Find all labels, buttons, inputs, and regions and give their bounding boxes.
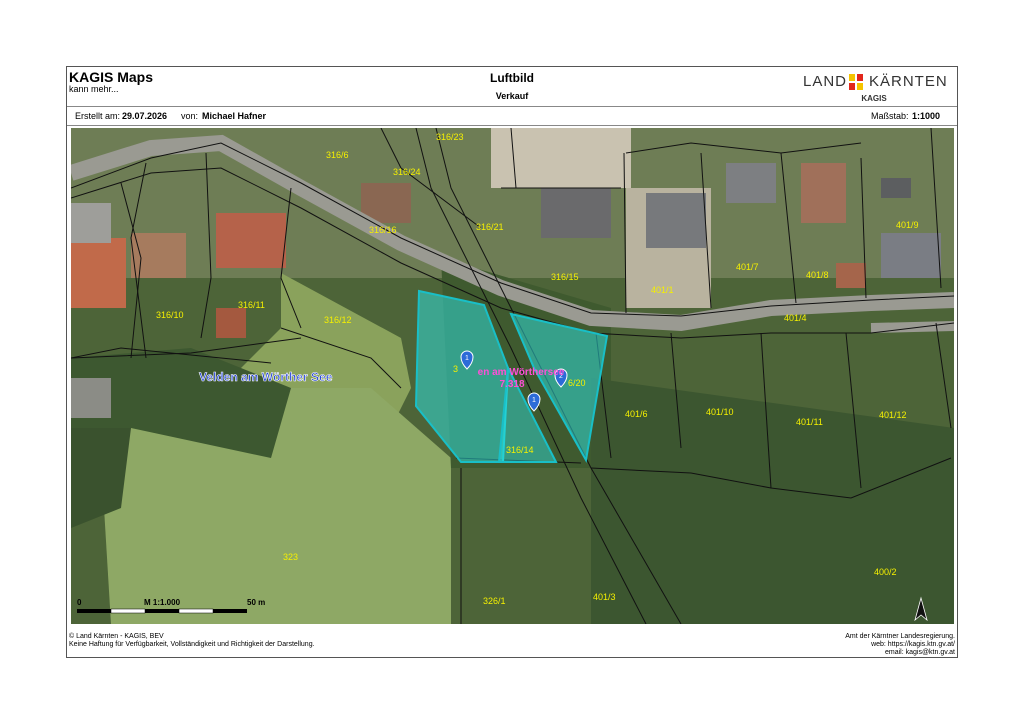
scale-bar-text: M 1:1.000 (144, 598, 181, 607)
parcel-label: 401/10 (706, 407, 734, 417)
parcel-label: 316/15 (551, 272, 579, 282)
email-link[interactable]: email: kagis@ktn.gv.at (845, 649, 955, 657)
parcel-label: 316/11 (238, 300, 265, 310)
scale-bar-end: 50 m (247, 598, 265, 607)
footer-left: © Land Kärnten - KAGIS, BEV Keine Haftun… (69, 633, 315, 649)
map-view[interactable]: 1 2 1 316/23 316/6 316/24 316/16 316/21 … (71, 128, 954, 624)
parcel-label: 401/1 (651, 285, 674, 295)
parcel-label: 316/24 (393, 167, 421, 177)
parcel-label: 401/8 (806, 270, 829, 280)
building-roof (216, 213, 286, 268)
building-roof (881, 233, 941, 278)
building-roof (836, 263, 866, 288)
parcel-label: 6/20 (568, 378, 586, 388)
parcel-label: 323 (283, 552, 298, 562)
parcel-label: 400/2 (874, 567, 897, 577)
created-date: 29.07.2026 (122, 111, 168, 121)
author-name: Michael Hafner (202, 111, 267, 121)
logo-text-right: KÄRNTEN (869, 73, 948, 90)
parcel-label: 316/16 (369, 225, 397, 235)
logo-subtext: KAGIS (861, 94, 887, 103)
parcel-label: 401/4 (784, 313, 807, 323)
building-roof (726, 163, 776, 203)
selection-label: en am Wörthersee (478, 367, 565, 378)
building-roof (71, 203, 111, 243)
scale-value: 1:1000 (912, 111, 941, 121)
web-link[interactable]: web: https://kagis.ktn.gv.at/ (845, 641, 955, 649)
parcel-label: 316/12 (324, 315, 352, 325)
parcel-label: 316/10 (156, 310, 184, 320)
selection-area-label: 7.318 (499, 379, 524, 390)
parcel-label: 401/3 (593, 592, 616, 602)
scale-label: Maßstab: (871, 111, 909, 121)
disclaimer-text: Keine Haftung für Verfügbarkeit, Vollstä… (69, 641, 315, 648)
parcel-label: 401/6 (625, 409, 648, 419)
marker-label: 1 (532, 397, 536, 404)
parcel-label: 316/23 (436, 132, 464, 142)
scale-bar-start: 0 (77, 598, 82, 607)
building-roof (801, 163, 846, 223)
parcel-label: 326/1 (483, 596, 506, 606)
building-roof (881, 178, 911, 198)
marker-label: 1 (465, 355, 469, 362)
map-sheet: KAGIS Maps kann mehr... Luftbild Verkauf… (66, 66, 958, 658)
logo-text-left: LAND (803, 73, 848, 90)
logo-mark-icon (849, 74, 863, 90)
building-roof (646, 193, 706, 248)
parcel-label: 401/12 (879, 410, 907, 420)
parcel-label: 401/7 (736, 262, 759, 272)
place-name-label: Velden am Wörther See (199, 370, 333, 384)
aerial-map-svg[interactable]: 1 2 1 316/23 316/6 316/24 316/16 316/21 … (71, 128, 954, 624)
created-label: Erstellt am: (75, 111, 121, 121)
copyright-text: © Land Kärnten - KAGIS, BEV (69, 633, 164, 640)
building-roof (541, 188, 611, 238)
info-bar: Erstellt am: 29.07.2026 von: Michael Haf… (67, 107, 957, 126)
office-text: Amt der Kärntner Landesregierung. (845, 633, 955, 640)
building-roof (71, 238, 126, 308)
footer-right: Amt der Kärntner Landesregierung. web: h… (845, 633, 955, 657)
author-label: von: (181, 111, 199, 121)
building-roof (71, 378, 111, 418)
parcel-label: 401/9 (896, 220, 919, 230)
building-roof (216, 308, 246, 338)
parcel-label: 316/14 (506, 445, 534, 455)
land-kaernten-logo: LAND KÄRNTEN KAGIS (799, 71, 949, 105)
parcel-label: 316/21 (476, 222, 504, 232)
header: KAGIS Maps kann mehr... Luftbild Verkauf… (67, 67, 957, 107)
parcel-label: 316/6 (326, 150, 349, 160)
parcel-label: 3 (453, 364, 458, 374)
parcel-label: 401/11 (796, 417, 823, 427)
